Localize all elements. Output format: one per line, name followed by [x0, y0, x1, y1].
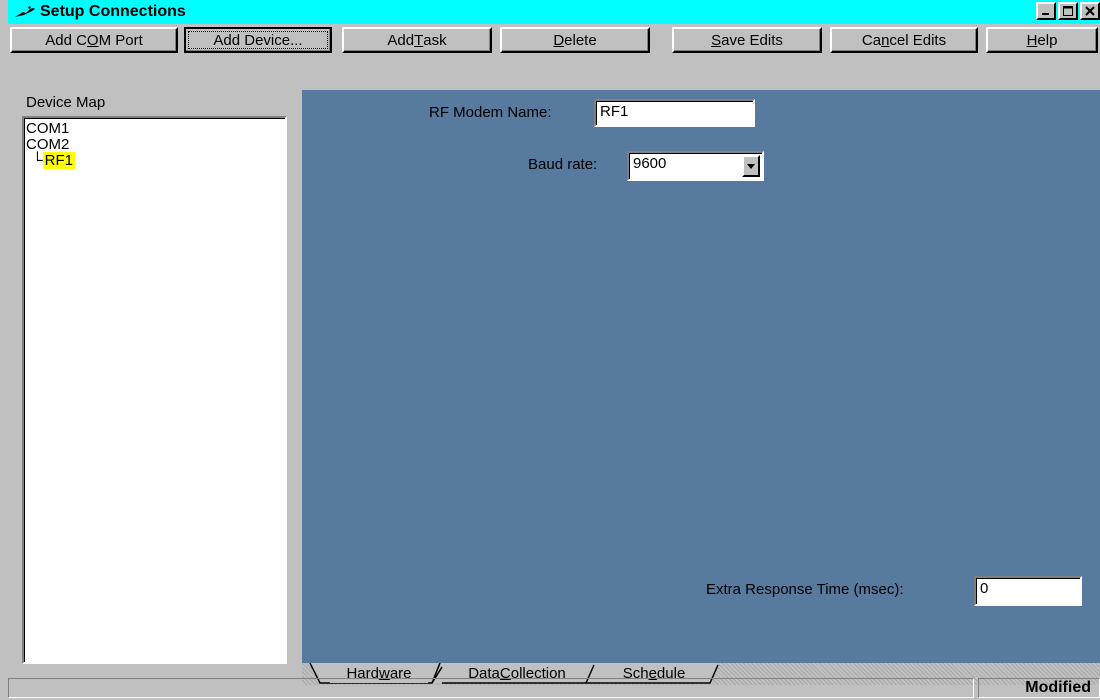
maximize-button[interactable] — [1058, 2, 1078, 20]
add-task-button[interactable]: Add Task — [342, 27, 492, 53]
extra-response-input[interactable]: 0 — [974, 576, 1082, 606]
tree-item-label-selected: RF1 — [42, 152, 75, 169]
toolbar: Add COM Port Add Device... Add Task Dele… — [8, 27, 1100, 79]
add-device-button[interactable]: Add Device... — [184, 27, 332, 53]
hardware-settings-pane: RF Modem Name: RF1 Baud rate: 9600 Extra… — [302, 90, 1100, 663]
help-button[interactable]: Help — [986, 27, 1098, 53]
modem-name-input[interactable]: RF1 — [594, 99, 755, 127]
help-label-accel: H — [1026, 31, 1038, 49]
chevron-down-icon — [747, 164, 755, 169]
tree-item-com2[interactable]: COM2 — [26, 137, 283, 153]
device-map-label: Device Map — [26, 94, 106, 111]
help-label: elp — [1037, 31, 1058, 49]
add-com-port-label-a: Add C — [45, 31, 87, 49]
tree-connector: └ — [32, 152, 43, 169]
add-com-port-button[interactable]: Add COM Port — [10, 27, 178, 53]
title-bar[interactable]: Setup Connections — [8, 0, 1100, 24]
add-task-label-b: ask — [423, 31, 447, 49]
dropdown-arrow-button[interactable] — [742, 155, 760, 177]
baud-rate-label: Baud rate: — [528, 156, 598, 173]
setup-connections-window: Setup Connections Add COM Port Add Devic… — [0, 0, 1100, 700]
window-title: Setup Connections — [40, 3, 186, 20]
maximize-icon — [1063, 6, 1073, 16]
cancel-edits-label-b: cel Edits — [889, 31, 947, 49]
save-edits-button[interactable]: Save Edits — [672, 27, 822, 53]
add-task-label-accel: T — [414, 31, 424, 49]
baud-rate-value: 9600 — [633, 155, 667, 172]
tree-item-rf1[interactable]: └ RF1 — [26, 152, 283, 169]
add-com-port-label-b: M Port — [98, 31, 143, 49]
add-com-port-label-accel: O — [86, 31, 99, 49]
delete-label: elete — [564, 31, 597, 49]
extra-response-label: Extra Response Time (msec): — [706, 581, 904, 598]
minimize-icon — [1042, 13, 1049, 15]
delete-button[interactable]: Delete — [500, 27, 650, 53]
status-message-panel — [8, 678, 974, 698]
add-device-label: Add Device... — [213, 31, 303, 49]
caption-buttons — [1036, 2, 1100, 20]
tree-item-label: COM1 — [26, 120, 70, 137]
tree-item-com1[interactable]: COM1 — [26, 121, 283, 137]
modified-status: Modified — [978, 678, 1100, 698]
cancel-edits-button[interactable]: Ca n cel Edits — [830, 27, 978, 53]
delete-label-accel: D — [553, 31, 565, 49]
modem-name-value: RF1 — [600, 103, 629, 120]
close-icon — [1085, 6, 1095, 16]
status-bar: Modified — [8, 676, 1100, 700]
save-edits-label: ave Edits — [721, 31, 783, 49]
cancel-edits-label-accel: n — [881, 31, 890, 49]
baud-rate-select[interactable]: 9600 — [627, 151, 764, 181]
device-map-tree[interactable]: COM1 COM2 └ RF1 — [22, 116, 287, 664]
save-edits-label-accel: S — [711, 31, 722, 49]
modem-name-label: RF Modem Name: — [429, 104, 552, 121]
minimize-button[interactable] — [1036, 2, 1056, 20]
tree-item-label: COM2 — [26, 136, 70, 153]
wrench-icon — [15, 6, 35, 17]
cancel-edits-label-a: Ca — [861, 31, 882, 49]
close-button[interactable] — [1080, 2, 1100, 20]
add-task-label-a: Add — [387, 31, 415, 49]
extra-response-value: 0 — [980, 580, 989, 597]
